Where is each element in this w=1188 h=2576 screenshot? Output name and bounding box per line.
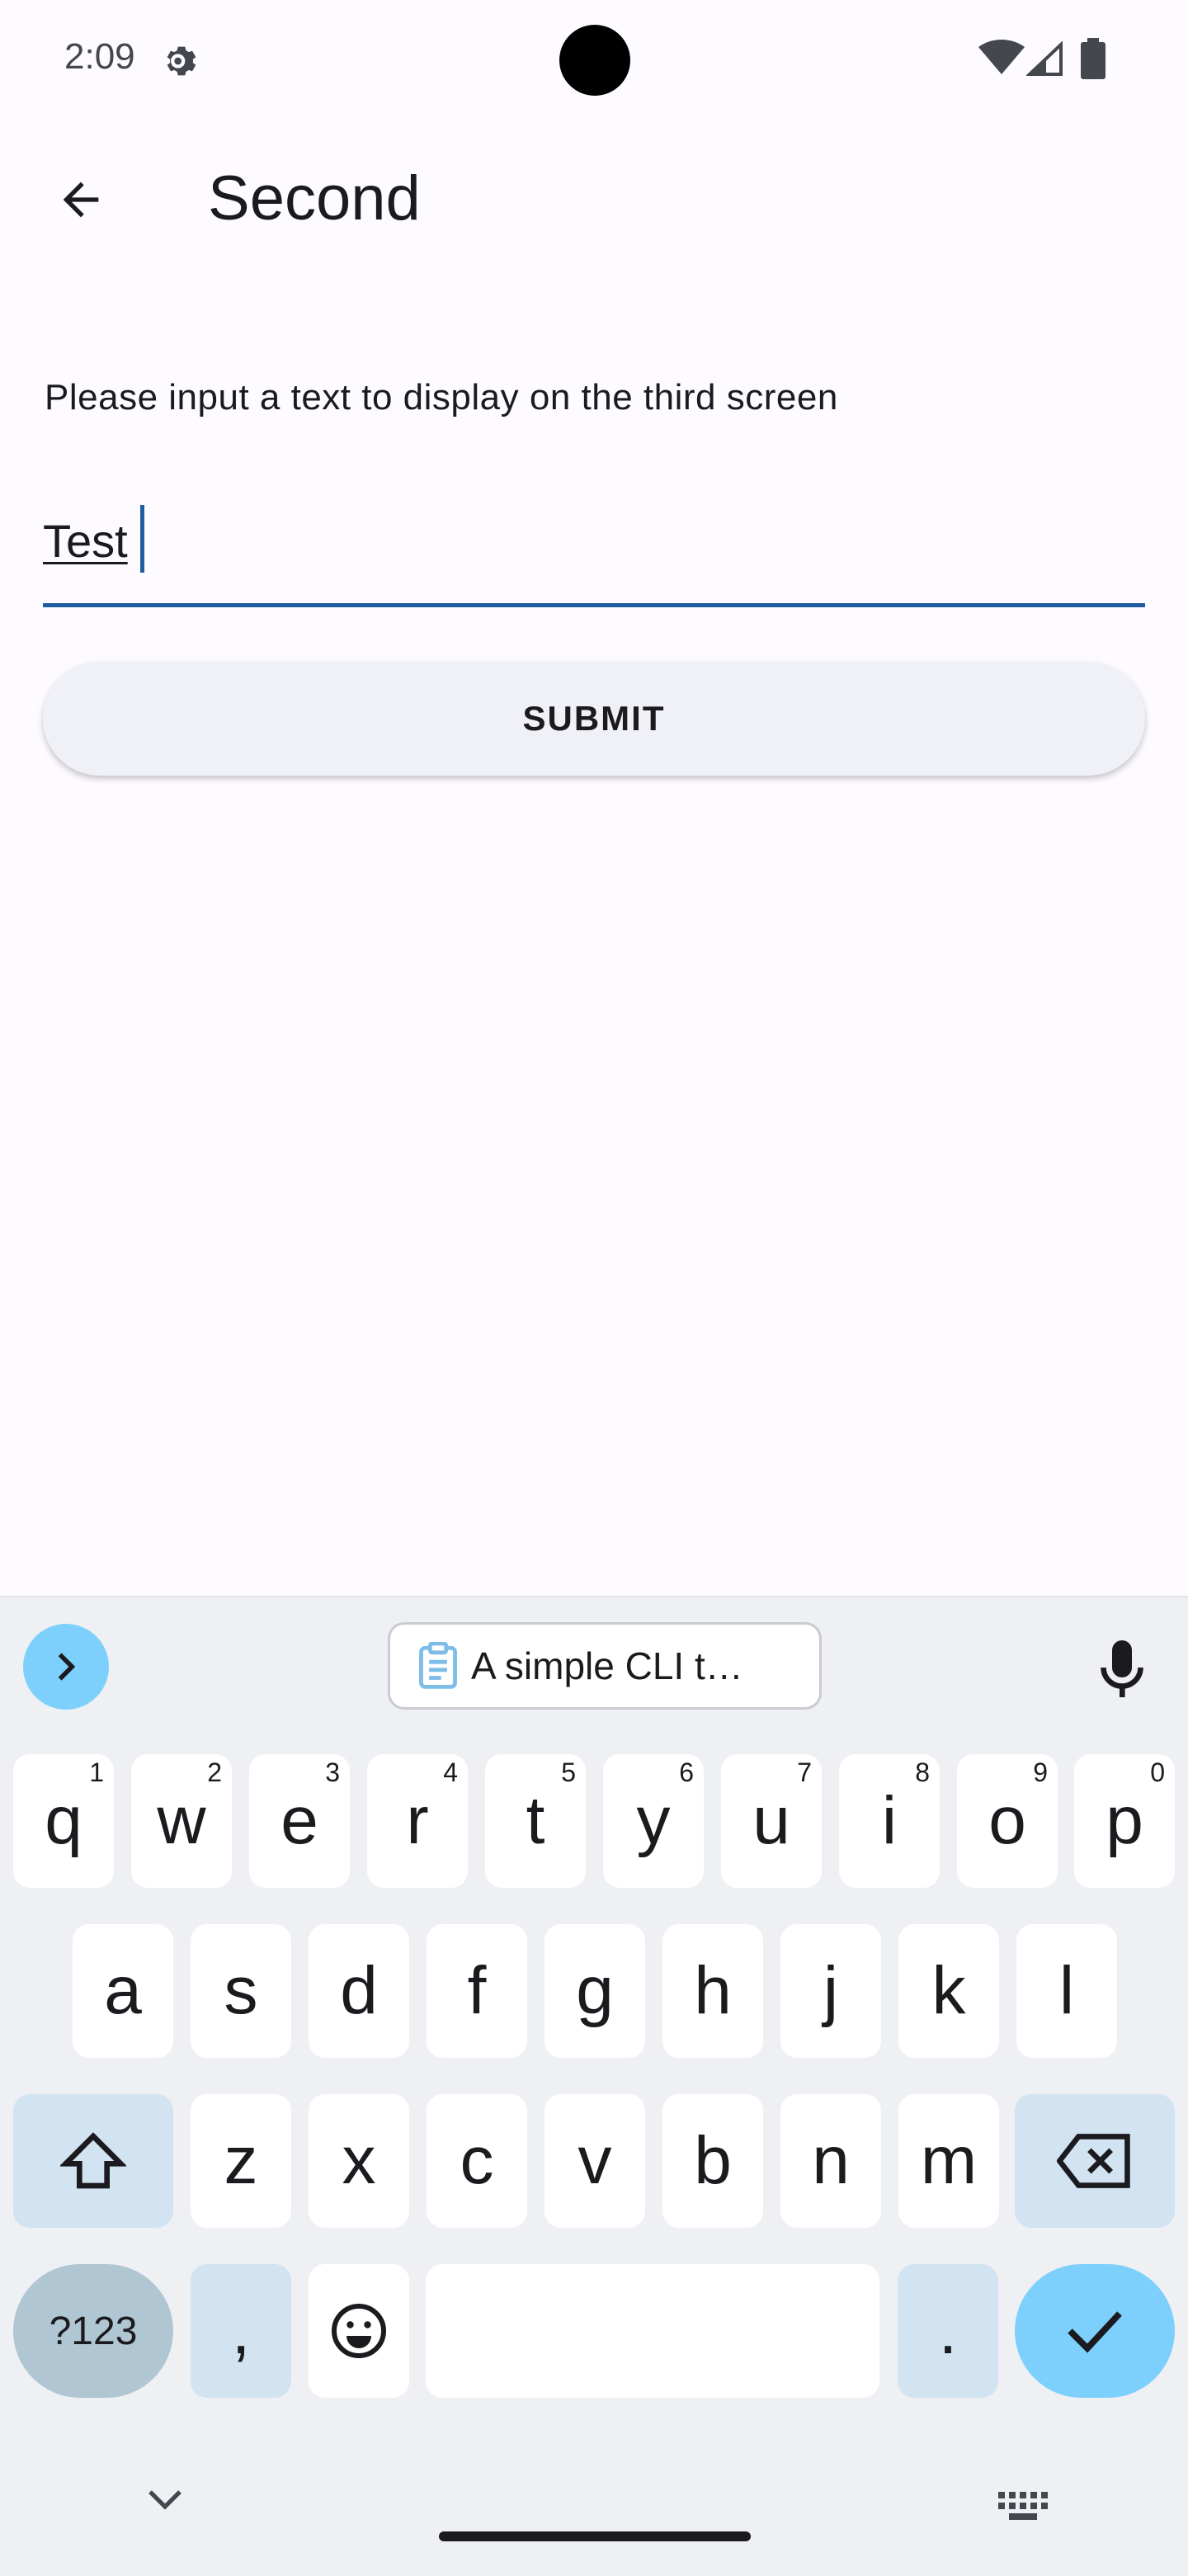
key-h[interactable]: h (662, 1924, 763, 2058)
key-n[interactable]: n (780, 2094, 881, 2228)
key-c[interactable]: c (427, 2094, 527, 2228)
gear-icon (160, 40, 203, 83)
back-button[interactable] (43, 162, 119, 238)
key-label: q (45, 1783, 82, 1858)
text-input-field[interactable]: Test (43, 495, 1145, 607)
key-g[interactable]: g (544, 1924, 645, 2058)
key-hint: 9 (1033, 1757, 1048, 1787)
comma-key[interactable]: , (191, 2264, 291, 2398)
key-e[interactable]: e3 (249, 1754, 350, 1888)
key-a[interactable]: a (73, 1924, 173, 2058)
chevron-right-icon (58, 1653, 76, 1681)
wifi-icon (978, 40, 1025, 80)
home-indicator[interactable] (439, 2531, 751, 2541)
key-v[interactable]: v (544, 2094, 645, 2228)
key-k[interactable]: k (898, 1924, 999, 2058)
key-label: r (406, 1783, 429, 1858)
text-input-value[interactable]: Test (43, 512, 128, 571)
key-hint: 1 (89, 1757, 104, 1787)
page-title: Second (208, 163, 421, 234)
key-z[interactable]: z (191, 2094, 291, 2228)
key-label: o (988, 1783, 1026, 1858)
key-i[interactable]: i8 (839, 1754, 940, 1888)
chevron-down-icon (148, 2490, 182, 2510)
status-time: 2:09 (64, 36, 135, 77)
key-q[interactable]: q1 (13, 1754, 114, 1888)
key-label: i (881, 1783, 898, 1858)
period-key[interactable]: . (898, 2264, 998, 2398)
key-hint: 0 (1150, 1757, 1165, 1787)
space-key[interactable] (426, 2264, 879, 2398)
shift-icon (60, 2132, 126, 2189)
key-hint: 4 (443, 1757, 458, 1787)
key-f[interactable]: f (427, 1924, 527, 2058)
key-s[interactable]: s (191, 1924, 291, 2058)
key-label: w (157, 1783, 206, 1858)
key-p[interactable]: p0 (1074, 1754, 1175, 1888)
keyboard-switcher-button[interactable] (998, 2492, 1048, 2526)
microphone-icon (1101, 1640, 1143, 1697)
battery-icon (1081, 38, 1106, 83)
emoji-icon (332, 2304, 386, 2358)
shift-key[interactable] (13, 2094, 173, 2228)
signal-icon (1025, 40, 1064, 80)
done-key[interactable] (1015, 2264, 1175, 2398)
key-l[interactable]: l (1016, 1924, 1117, 2058)
key-m[interactable]: m (898, 2094, 999, 2228)
key-hint: 6 (679, 1757, 694, 1787)
keyboard-icon (998, 2492, 1048, 2520)
key-b[interactable]: b (662, 2094, 763, 2228)
key-x[interactable]: x (309, 2094, 409, 2228)
key-hint: 5 (561, 1757, 576, 1787)
keyboard-toolbar-toggle[interactable] (23, 1624, 109, 1710)
key-o[interactable]: o9 (957, 1754, 1058, 1888)
arrow-back-icon (63, 182, 99, 218)
clipboard-icon (419, 1642, 457, 1689)
key-d[interactable]: d (309, 1924, 409, 2058)
key-u[interactable]: u7 (721, 1754, 822, 1888)
key-label: p (1106, 1783, 1143, 1858)
on-screen-keyboard (0, 1596, 1188, 2576)
key-t[interactable]: t5 (485, 1754, 586, 1888)
key-label: e (280, 1783, 318, 1858)
backspace-key[interactable] (1015, 2094, 1175, 2228)
input-instruction: Please input a text to display on the th… (45, 377, 838, 418)
voice-input-button[interactable] (1087, 1635, 1157, 1705)
key-label: u (752, 1783, 790, 1858)
hide-keyboard-button[interactable] (147, 2489, 183, 2516)
backspace-icon (1057, 2134, 1130, 2188)
emoji-key[interactable] (309, 2264, 409, 2398)
key-hint: 8 (915, 1757, 930, 1787)
key-label: t (526, 1783, 545, 1858)
key-j[interactable]: j (780, 1924, 881, 2058)
clipboard-suggestion-chip[interactable]: A simple CLI t… (388, 1622, 822, 1710)
check-icon (1068, 2311, 1122, 2353)
text-cursor (140, 505, 144, 573)
clipboard-suggestion-text: A simple CLI t… (471, 1644, 743, 1687)
key-r[interactable]: r4 (367, 1754, 468, 1888)
key-w[interactable]: w2 (131, 1754, 232, 1888)
key-hint: 2 (207, 1757, 222, 1787)
key-hint: 7 (797, 1757, 812, 1787)
submit-button[interactable]: SUBMIT (43, 662, 1145, 776)
camera-cutout (559, 25, 630, 96)
key-y[interactable]: y6 (603, 1754, 704, 1888)
symbols-key[interactable]: ?123 (13, 2264, 173, 2398)
key-label: y (636, 1783, 671, 1858)
key-hint: 3 (325, 1757, 340, 1787)
